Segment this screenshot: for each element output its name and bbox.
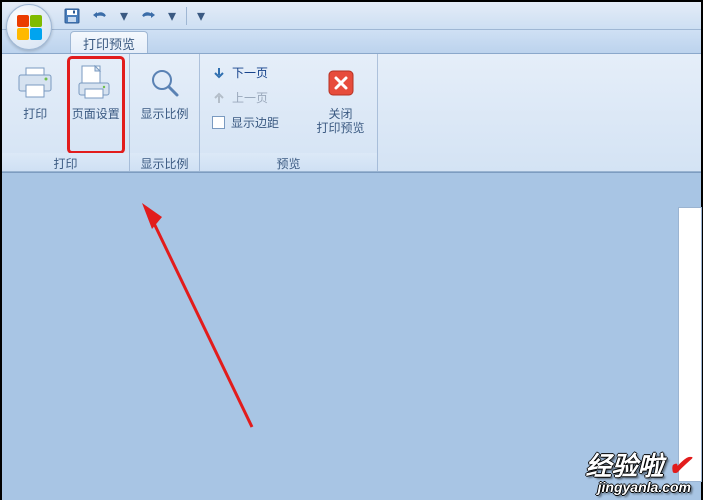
group-zoom-label: 显示比例 [130, 153, 199, 171]
next-page-label: 下一页 [232, 64, 268, 81]
printer-icon [17, 67, 53, 99]
title-bar: ▾ ▾ ▾ [2, 2, 701, 30]
app-window: ▾ ▾ ▾ 打印预览 打印 [2, 2, 701, 500]
qat-separator [186, 7, 187, 25]
quick-access-toolbar: ▾ ▾ ▾ [62, 6, 207, 26]
prev-page-label: 上一页 [232, 89, 268, 106]
arrow-up-icon [212, 91, 226, 105]
office-logo-icon [17, 15, 42, 40]
print-button[interactable]: 打印 [8, 58, 63, 152]
group-preview-label: 预览 [200, 153, 377, 171]
zoom-button-label: 显示比例 [140, 107, 188, 121]
show-margins-checkbox[interactable]: 显示边距 [206, 112, 304, 133]
next-page-button[interactable]: 下一页 [206, 62, 304, 83]
document-page [678, 207, 702, 482]
prev-page-button: 上一页 [206, 87, 304, 108]
undo-icon [92, 9, 108, 23]
redo-icon [140, 9, 156, 23]
ribbon: 打印 页面设置 打印 显示比例 [2, 54, 701, 172]
ribbon-group-zoom: 显示比例 显示比例 [130, 54, 200, 171]
close-preview-label: 关闭打印预览 [317, 107, 365, 135]
redo-dropdown[interactable]: ▾ [166, 6, 178, 26]
arrow-down-icon [212, 66, 226, 80]
qat-customize-dropdown[interactable]: ▾ [195, 6, 207, 26]
watermark-text: 经验啦 [586, 451, 664, 481]
ribbon-tab-row: 打印预览 [2, 30, 701, 54]
page-setup-icon [76, 65, 116, 101]
magnifier-icon [149, 67, 181, 99]
show-margins-label: 显示边距 [231, 114, 279, 131]
group-print-label: 打印 [2, 153, 129, 171]
page-setup-button-label: 页面设置 [72, 107, 120, 121]
watermark: 经验啦✔ jingyanla.com [586, 452, 691, 494]
undo-dropdown[interactable]: ▾ [118, 6, 130, 26]
close-preview-button[interactable]: 关闭打印预览 [310, 58, 371, 152]
office-button[interactable] [6, 4, 52, 50]
watermark-url: jingyanla.com [586, 480, 691, 494]
close-icon [328, 70, 354, 96]
ribbon-group-preview: 下一页 上一页 显示边距 关闭打印预览 [200, 54, 378, 171]
tab-print-preview[interactable]: 打印预览 [70, 31, 148, 53]
ribbon-group-print: 打印 页面设置 打印 [2, 54, 130, 171]
check-icon: ✔ [668, 450, 691, 481]
save-icon [64, 8, 80, 24]
zoom-button[interactable]: 显示比例 [136, 58, 193, 152]
undo-button[interactable] [90, 6, 110, 26]
save-button[interactable] [62, 6, 82, 26]
page-setup-button[interactable]: 页面设置 [69, 58, 124, 152]
print-button-label: 打印 [23, 107, 47, 121]
redo-button[interactable] [138, 6, 158, 26]
checkbox-icon [212, 116, 225, 129]
